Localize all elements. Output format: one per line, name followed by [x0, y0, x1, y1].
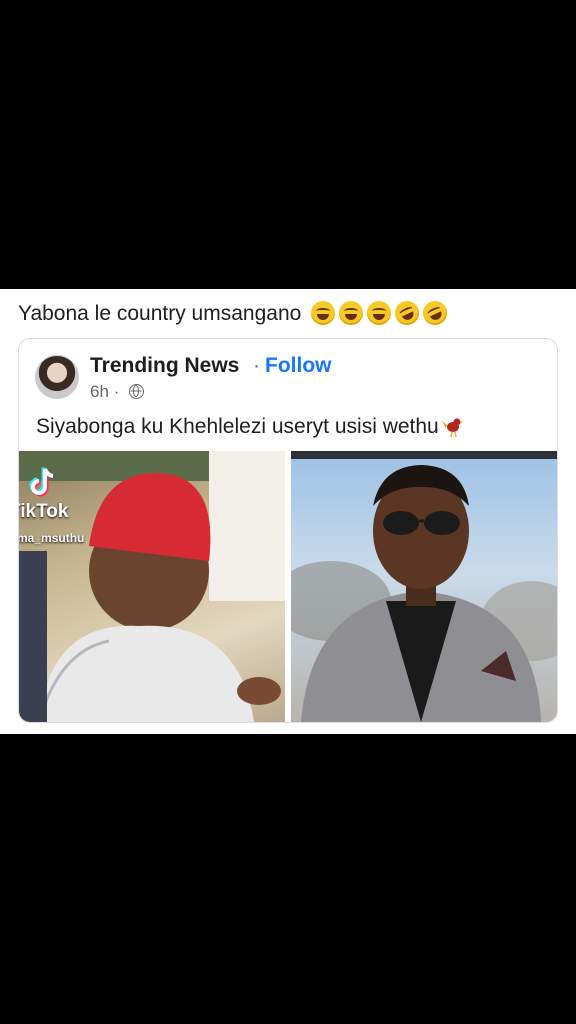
laughing-emoji-icon: [367, 301, 392, 325]
photo-illustration: [291, 465, 557, 722]
laughing-emoji-icon: [339, 301, 364, 325]
bird-emoji-icon: [441, 418, 464, 437]
post-caption: Yabona le country umsangano: [18, 297, 452, 329]
post-timestamp[interactable]: 6h ·: [90, 382, 119, 402]
facebook-post: Yabona le country umsangano Trending New…: [0, 289, 576, 734]
tiktok-logo-icon: [29, 467, 54, 497]
tiktok-username: ma_msuthu: [19, 531, 85, 545]
globe-icon: [129, 384, 144, 399]
shared-photo-left[interactable]: TikTok ma_msuthu: [19, 451, 285, 722]
shared-post-text-content: Siyabonga ku Khehlelezi useryt usisi wet…: [36, 415, 439, 438]
follow-button[interactable]: Follow: [265, 354, 332, 378]
separator-dot: ·: [253, 354, 260, 377]
shared-post-card[interactable]: Trending News · Follow 6h · Siyabonga ku…: [18, 338, 558, 723]
laughing-emoji-icon: [311, 301, 336, 325]
rofl-emoji-icon: [391, 297, 424, 329]
shared-post-text: Siyabonga ku Khehlelezi useryt usisi wet…: [36, 415, 464, 439]
tiktok-watermark: TikTok: [19, 501, 69, 522]
page-name[interactable]: Trending News: [90, 354, 239, 378]
shared-photo-right[interactable]: [291, 451, 557, 722]
page-avatar[interactable]: [35, 355, 79, 399]
rofl-emoji-icon: [419, 297, 452, 329]
post-caption-text: Yabona le country umsangano: [18, 302, 302, 325]
